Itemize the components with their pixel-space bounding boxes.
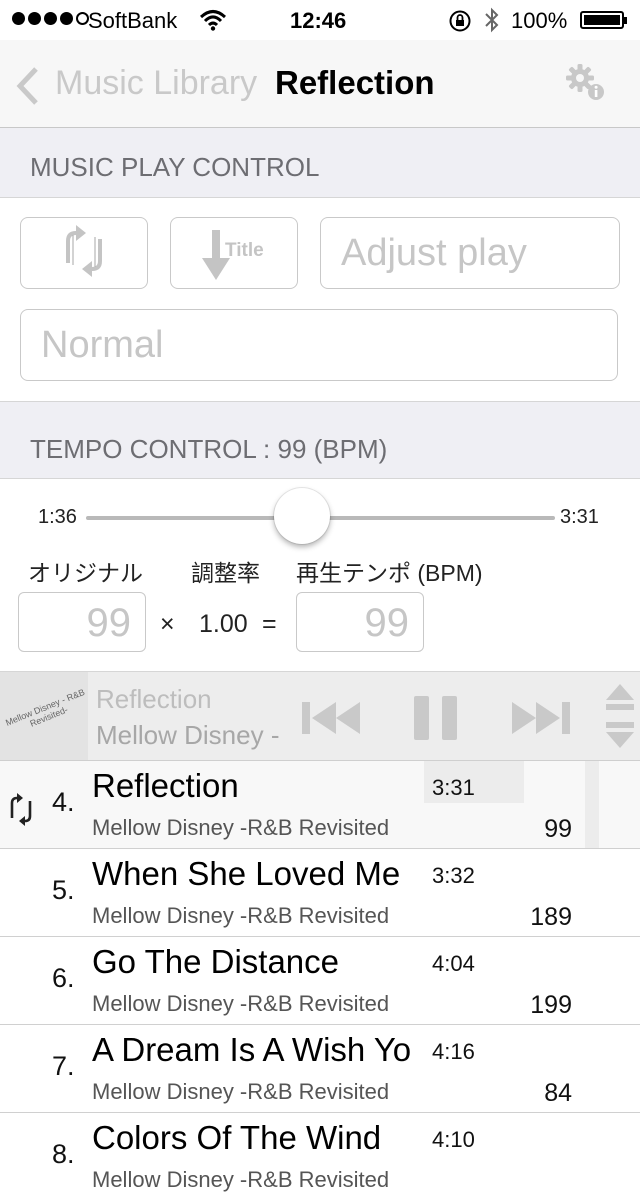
track-bpm: 99 — [544, 815, 572, 843]
track-album: Mellow Disney -R&B Revisited — [92, 1079, 390, 1104]
track-row[interactable]: 6. Go The Distance Mellow Disney -R&B Re… — [0, 937, 640, 1025]
adjust-play-placeholder: Adjust play — [341, 232, 527, 274]
now-playing-artist: Mellow Disney - — [96, 720, 280, 750]
rotation-lock-icon — [448, 9, 472, 39]
original-tempo-field[interactable]: 99 — [18, 592, 146, 652]
track-bpm: 84 — [544, 1079, 572, 1107]
track-album: Mellow Disney -R&B Revisited — [92, 815, 390, 840]
track-title: Go The Distance — [92, 943, 340, 980]
adjust-rate-label: 調整率 — [191, 560, 260, 586]
settings-gear-icon[interactable] — [564, 62, 608, 109]
track-title: Colors Of The Wind — [92, 1119, 382, 1156]
music-play-control-header: MUSIC PLAY CONTROL — [0, 128, 640, 198]
original-tempo-label: オリジナル — [28, 560, 143, 586]
tempo-control-header: TEMPO CONTROL : 99 (BPM) — [0, 401, 640, 479]
battery-percentage: 100% — [511, 8, 568, 33]
track-bpm: 189 — [530, 903, 572, 931]
adjust-play-field[interactable]: Adjust play — [320, 217, 620, 289]
track-row-current[interactable]: 4. Reflection Mellow Disney -R&B Revisit… — [0, 761, 640, 849]
previous-track-icon[interactable] — [302, 700, 362, 741]
repeat-icon — [62, 221, 106, 286]
track-title: A Dream Is A Wish Yo — [92, 1031, 412, 1068]
expand-collapse-icon[interactable] — [604, 682, 636, 755]
original-tempo-value: 99 — [86, 601, 132, 645]
navigation-bar: Music Library Reflection — [0, 40, 640, 128]
track-number: 6. — [52, 963, 75, 993]
play-mode-placeholder: Normal — [41, 324, 164, 366]
multiply-sign: × — [160, 610, 175, 638]
playback-tempo-label: 再生テンポ (BPM) — [296, 560, 483, 586]
play-mode-field[interactable]: Normal — [20, 309, 618, 381]
playback-tempo-value: 99 — [364, 601, 410, 645]
track-album: Mellow Disney -R&B Revisited — [92, 1167, 390, 1192]
track-title: When She Loved Me — [92, 855, 401, 892]
tempo-slider-thumb[interactable] — [273, 488, 330, 544]
track-bpm: 199 — [530, 991, 572, 1019]
bluetooth-icon — [484, 7, 500, 39]
track-album: Mellow Disney -R&B Revisited — [92, 991, 390, 1016]
track-number: 8. — [52, 1139, 75, 1169]
track-number: 5. — [52, 875, 75, 905]
wifi-icon — [199, 9, 227, 37]
status-time: 12:46 — [290, 8, 347, 33]
now-playing-title: Reflection — [96, 684, 212, 714]
battery-icon — [580, 11, 627, 29]
playback-tempo-field[interactable]: 99 — [296, 592, 424, 652]
adjust-rate-value[interactable]: 1.00 — [199, 610, 248, 639]
track-duration: 4:04 — [432, 951, 475, 976]
slider-end-time: 3:31 — [560, 506, 599, 528]
page-title: Reflection — [275, 64, 435, 101]
track-album: Mellow Disney -R&B Revisited — [92, 903, 390, 928]
album-artwork-text: Mellow Disney - R&B Revisited- — [4, 686, 87, 729]
album-artwork: Mellow Disney - R&B Revisited- — [0, 672, 88, 760]
track-duration: 4:16 — [432, 1039, 475, 1064]
track-number: 7. — [52, 1051, 75, 1081]
equals-sign: = — [262, 610, 277, 638]
track-title: Reflection — [92, 767, 239, 804]
track-duration: 3:31 — [432, 775, 475, 800]
track-duration: 4:10 — [432, 1127, 475, 1152]
track-row[interactable]: 7. A Dream Is A Wish Yo Mellow Disney -R… — [0, 1025, 640, 1113]
track-number: 4. — [52, 787, 75, 817]
pause-icon[interactable] — [414, 696, 458, 745]
back-button[interactable]: Music Library — [55, 64, 257, 103]
carrier-name: SoftBank — [88, 8, 178, 33]
back-chevron-icon[interactable] — [14, 66, 42, 111]
track-duration: 3:32 — [432, 863, 475, 888]
now-playing-bar: Mellow Disney - R&B Revisited- Reflectio… — [0, 671, 640, 761]
next-track-icon[interactable] — [510, 700, 570, 741]
track-row[interactable]: 5. When She Loved Me Mellow Disney -R&B … — [0, 849, 640, 937]
signal-strength-icon — [12, 12, 89, 25]
sort-title-label: Title — [225, 240, 264, 261]
status-bar: SoftBank 12:46 100% — [0, 0, 640, 40]
repeat-mode-button[interactable] — [20, 217, 148, 289]
track-row[interactable]: 8. Colors Of The Wind Mellow Disney -R&B… — [0, 1113, 640, 1201]
sort-title-button[interactable]: Title — [170, 217, 298, 289]
repeat-indicator-icon — [8, 791, 34, 832]
slider-start-time: 1:36 — [38, 506, 77, 528]
